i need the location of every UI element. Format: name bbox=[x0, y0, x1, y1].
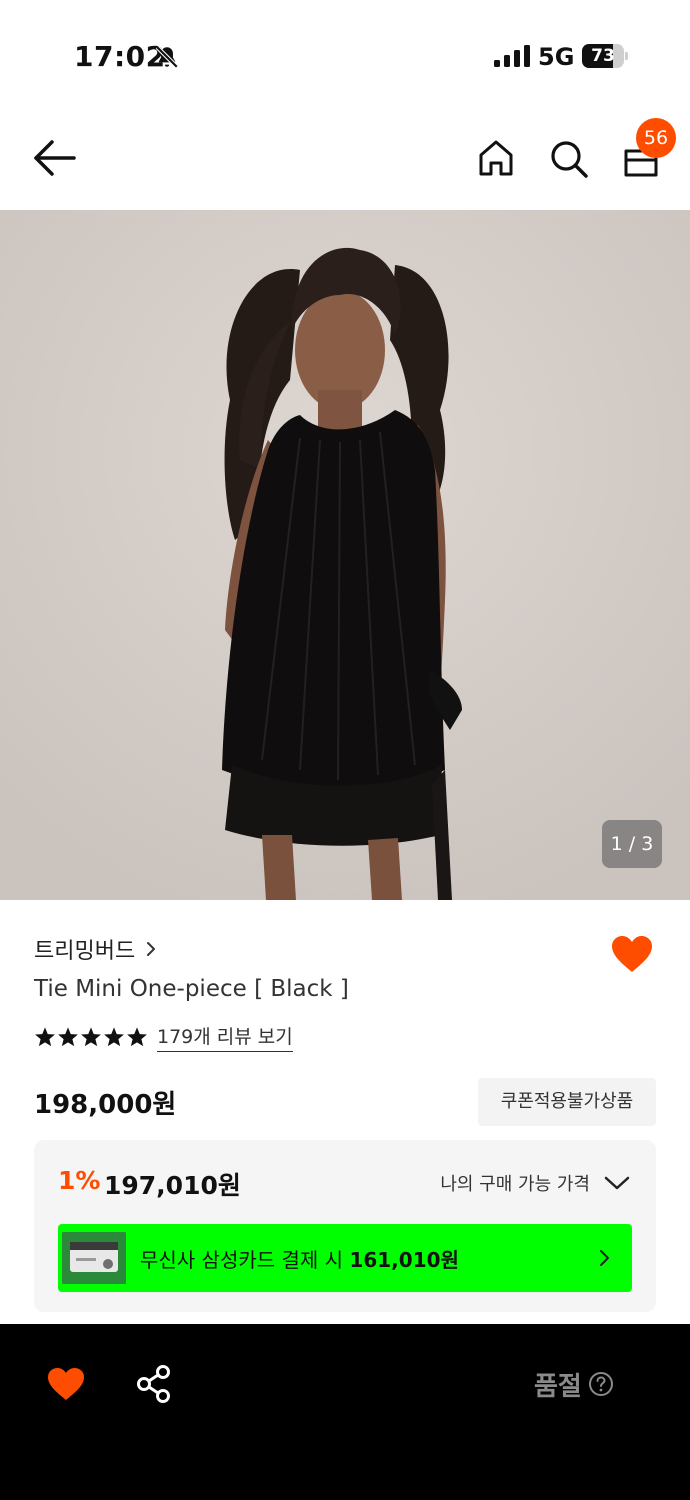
star-icon bbox=[104, 1027, 124, 1047]
product-image[interactable] bbox=[0, 210, 690, 900]
signal-icon bbox=[494, 45, 530, 67]
star-icon bbox=[81, 1027, 101, 1047]
coupon-notice-badge: 쿠폰적용불가상품 bbox=[478, 1078, 656, 1126]
star-icon bbox=[58, 1027, 78, 1047]
bottom-action-bar: 품절 bbox=[0, 1324, 690, 1500]
image-counter: 1 / 3 bbox=[602, 820, 662, 868]
my-price-toggle[interactable]: 나의 구매 가능 가격 bbox=[440, 1166, 630, 1200]
star-icon bbox=[35, 1027, 55, 1047]
brand-name: 트리밍버드 bbox=[34, 939, 136, 964]
star-icon bbox=[127, 1027, 147, 1047]
share-icon[interactable] bbox=[136, 1364, 172, 1404]
help-circle-icon[interactable] bbox=[588, 1371, 614, 1397]
bell-off-icon bbox=[155, 45, 179, 69]
rating-row: 179개 리뷰 보기 bbox=[34, 1022, 293, 1052]
battery-level: 73 bbox=[591, 46, 615, 66]
chevron-right-icon bbox=[147, 942, 156, 956]
status-time: 17:02 bbox=[74, 40, 166, 73]
price-box: 1% 197,010원 나의 구매 가능 가격 무신사 삼성카드 결제 시 16… bbox=[34, 1140, 656, 1312]
card-image bbox=[62, 1232, 126, 1284]
card-promo-price: 161,010원 bbox=[349, 1248, 459, 1272]
soldout-status: 품절 bbox=[534, 1366, 614, 1402]
review-link[interactable]: 179개 리뷰 보기 bbox=[157, 1022, 293, 1052]
product-price: 198,000원 bbox=[34, 1090, 177, 1120]
heart-icon[interactable] bbox=[610, 934, 654, 974]
chevron-right-icon bbox=[600, 1250, 609, 1266]
model-photo bbox=[0, 210, 690, 900]
card-promo-prefix: 무신사 삼성카드 결제 시 bbox=[140, 1248, 350, 1272]
back-arrow-icon[interactable] bbox=[32, 138, 78, 178]
product-name: Tie Mini One-piece [ Black ] bbox=[34, 976, 349, 1002]
chevron-down-icon bbox=[604, 1176, 630, 1190]
home-icon[interactable] bbox=[474, 136, 518, 180]
search-icon[interactable] bbox=[546, 136, 590, 180]
heart-icon[interactable] bbox=[46, 1366, 86, 1402]
status-bar: 17:02 5G 73 bbox=[0, 0, 690, 110]
my-price-label: 나의 구매 가능 가격 bbox=[440, 1174, 590, 1195]
discount-price: 197,010원 bbox=[104, 1171, 241, 1200]
cart-count-badge: 56 bbox=[636, 118, 676, 158]
card-promo-text: 무신사 삼성카드 결제 시 161,010원 bbox=[140, 1244, 459, 1273]
brand-link[interactable]: 트리밍버드 bbox=[34, 934, 157, 964]
discount-rate: 1% bbox=[58, 1166, 101, 1195]
top-nav: 56 bbox=[0, 110, 690, 210]
soldout-text: 품절 bbox=[534, 1371, 582, 1402]
card-promo-banner[interactable]: 무신사 삼성카드 결제 시 161,010원 bbox=[58, 1224, 632, 1292]
network-type: 5G bbox=[538, 43, 575, 71]
battery-icon: 73 bbox=[582, 44, 628, 68]
